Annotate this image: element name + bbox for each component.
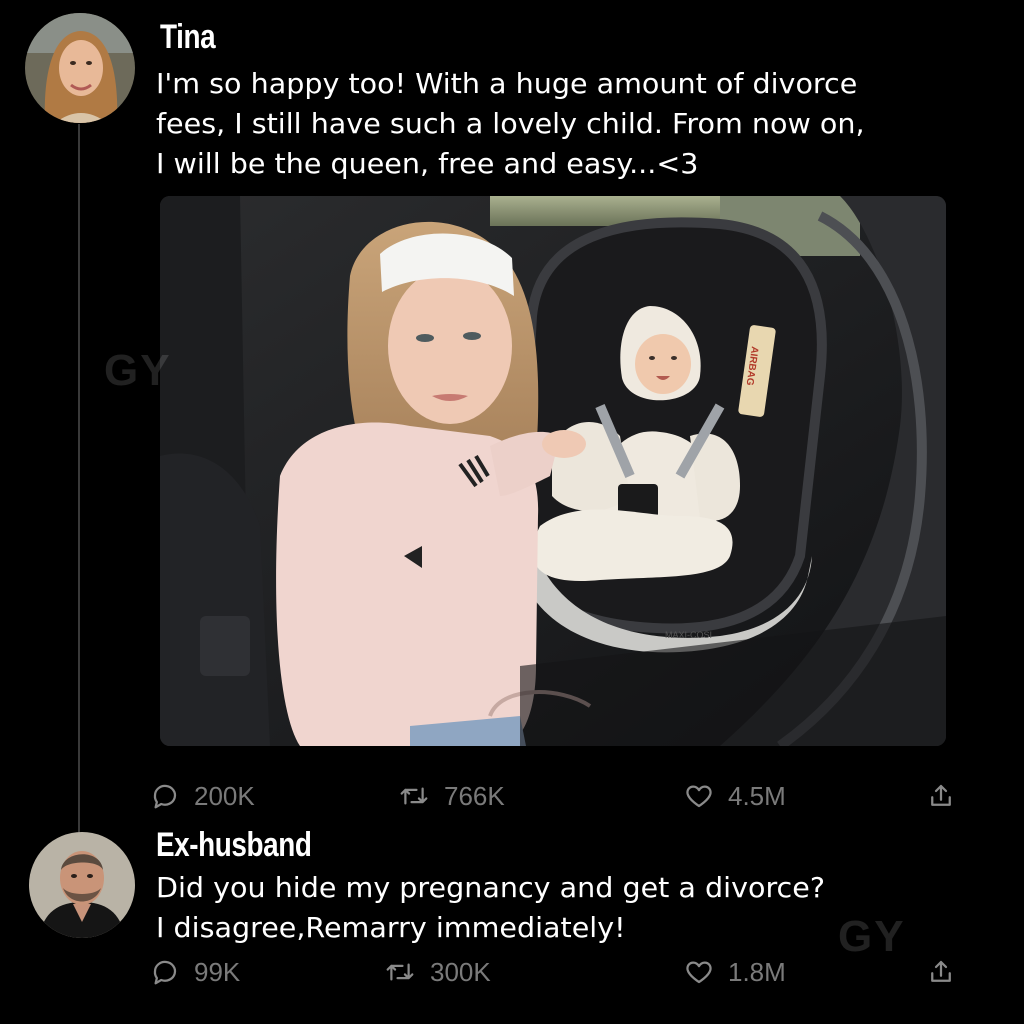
post-actions: 200K 766K 4.5M [150,776,970,816]
retweet-button[interactable]: 300K [384,952,491,992]
share-icon [931,784,951,806]
like-button[interactable]: 1.8M [684,952,786,992]
reply-count: 99K [194,956,241,987]
like-button[interactable]: 4.5M [684,776,786,816]
heart-icon [686,961,712,984]
retweet-count: 766K [444,780,505,811]
post-text: I'm so happy too! With a huge amount of … [156,67,865,180]
post-actions: 99K 300K 1.8M [150,952,970,992]
post-photo[interactable]: MAXI-COSI AIRBAG [160,196,946,746]
retweet-count: 300K [430,956,491,987]
seat-brand-label: MAXI-COSI [665,630,712,640]
retweet-icon [400,787,428,805]
comment-bubble-icon [153,784,177,809]
retweet-button[interactable]: 766K [398,776,505,816]
avatar-ex-husband[interactable] [29,832,135,938]
author-name[interactable]: Tina [160,18,216,57]
author-name[interactable]: Ex-husband [156,826,312,865]
post-text: Did you hide my pregnancy and get a divo… [156,871,825,944]
retweet-icon [386,963,414,981]
share-button[interactable] [926,952,956,992]
like-count: 4.5M [728,780,786,811]
reply-count: 200K [194,780,255,811]
share-button[interactable] [926,776,956,816]
avatar-tina[interactable] [25,13,135,123]
share-icon [931,960,951,982]
like-count: 1.8M [728,956,786,987]
thread-connector-line [78,124,80,834]
comment-bubble-icon [153,960,177,985]
reply-button[interactable]: 200K [150,776,255,816]
heart-icon [686,785,712,808]
reply-button[interactable]: 99K [150,952,240,992]
